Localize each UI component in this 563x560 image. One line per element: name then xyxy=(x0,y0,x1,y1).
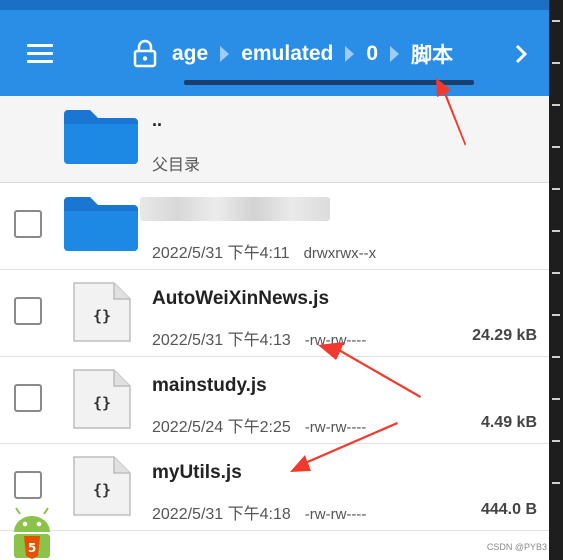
breadcrumb-item[interactable]: 0 xyxy=(366,42,378,66)
breadcrumb-separator xyxy=(345,46,355,62)
select-checkbox[interactable] xyxy=(14,384,42,412)
file-size: 4.49 kB xyxy=(480,414,537,431)
folder-icon xyxy=(64,197,138,251)
lock-icon[interactable] xyxy=(132,38,158,68)
menu-icon[interactable] xyxy=(27,44,53,64)
breadcrumb-separator xyxy=(390,46,400,62)
file-date: 2022/5/31 下午4:13 xyxy=(152,332,291,349)
js-file-icon: {} xyxy=(73,456,131,516)
file-date: 2022/5/31 下午4:18 xyxy=(152,506,291,523)
file-permissions: -rw-rw---- xyxy=(304,506,367,523)
breadcrumb-item[interactable]: emulated xyxy=(241,42,333,66)
chevron-right-icon[interactable] xyxy=(510,42,532,66)
file-meta: 2022/5/31 下午4:18 -rw-rw---- xyxy=(152,500,366,524)
breadcrumb-scroll-indicator xyxy=(184,80,474,85)
file-permissions: drwxrwx--x xyxy=(303,245,377,262)
breadcrumb: age emulated 0 脚本 xyxy=(172,38,453,70)
breadcrumb-item-current[interactable]: 脚本 xyxy=(411,39,453,69)
breadcrumb-separator xyxy=(220,46,230,62)
js-file-icon: {} xyxy=(73,282,131,342)
app-header: age emulated 0 脚本 xyxy=(0,10,549,96)
list-item[interactable]: {} AutoWeiXinNews.js 2022/5/31 下午4:13 -rw… xyxy=(0,270,549,357)
select-checkbox[interactable] xyxy=(14,471,42,499)
svg-text:5: 5 xyxy=(28,541,36,555)
svg-text:{}: {} xyxy=(93,307,111,325)
list-item[interactable]: 2022/5/31 下午4:11 drwxrwx--x xyxy=(0,183,549,270)
file-permissions: -rw-rw---- xyxy=(304,419,367,436)
file-name: AutoWeiXinNews.js xyxy=(152,288,330,309)
parent-entry-label: 父目录 xyxy=(152,157,201,174)
file-meta: 2022/5/24 下午2:25 -rw-rw---- xyxy=(152,413,366,437)
breadcrumb-item[interactable]: age xyxy=(172,42,208,66)
watermark: CSDN @PYB3 xyxy=(486,542,547,552)
file-date: 2022/5/24 下午2:25 xyxy=(152,419,291,436)
file-date: 2022/5/31 下午4:11 xyxy=(152,245,290,262)
svg-text:{}: {} xyxy=(93,481,111,499)
select-checkbox[interactable] xyxy=(14,297,42,325)
file-meta: 2022/5/31 下午4:13 -rw-rw---- xyxy=(152,326,366,350)
file-size: 444.0 B xyxy=(480,501,537,518)
file-size: 24.29 kB xyxy=(472,327,537,344)
svg-text:{}: {} xyxy=(93,394,111,412)
file-name: myUtils.js xyxy=(152,462,242,483)
redacted-folder-name xyxy=(140,197,330,221)
file-permissions: -rw-rw---- xyxy=(304,332,367,349)
side-panel-strip xyxy=(549,0,563,560)
parent-directory-row[interactable]: .. 父目录 xyxy=(0,96,549,183)
parent-entry-name: .. xyxy=(152,110,163,130)
folder-icon xyxy=(64,110,138,164)
status-bar xyxy=(0,0,549,10)
android-icon: 5 xyxy=(14,507,50,559)
js-file-icon: {} xyxy=(73,369,131,429)
file-list: .. 父目录 2022/5/31 下午4:11 drwxrwx--x {} Aut… xyxy=(0,96,549,531)
file-name: mainstudy.js xyxy=(152,375,267,396)
list-item[interactable]: {} mainstudy.js 2022/5/24 下午2:25 -rw-rw--… xyxy=(0,357,549,444)
list-item[interactable]: {} myUtils.js 2022/5/31 下午4:18 -rw-rw----… xyxy=(0,444,549,531)
file-meta: 2022/5/31 下午4:11 drwxrwx--x xyxy=(152,239,376,263)
select-checkbox[interactable] xyxy=(14,210,42,238)
